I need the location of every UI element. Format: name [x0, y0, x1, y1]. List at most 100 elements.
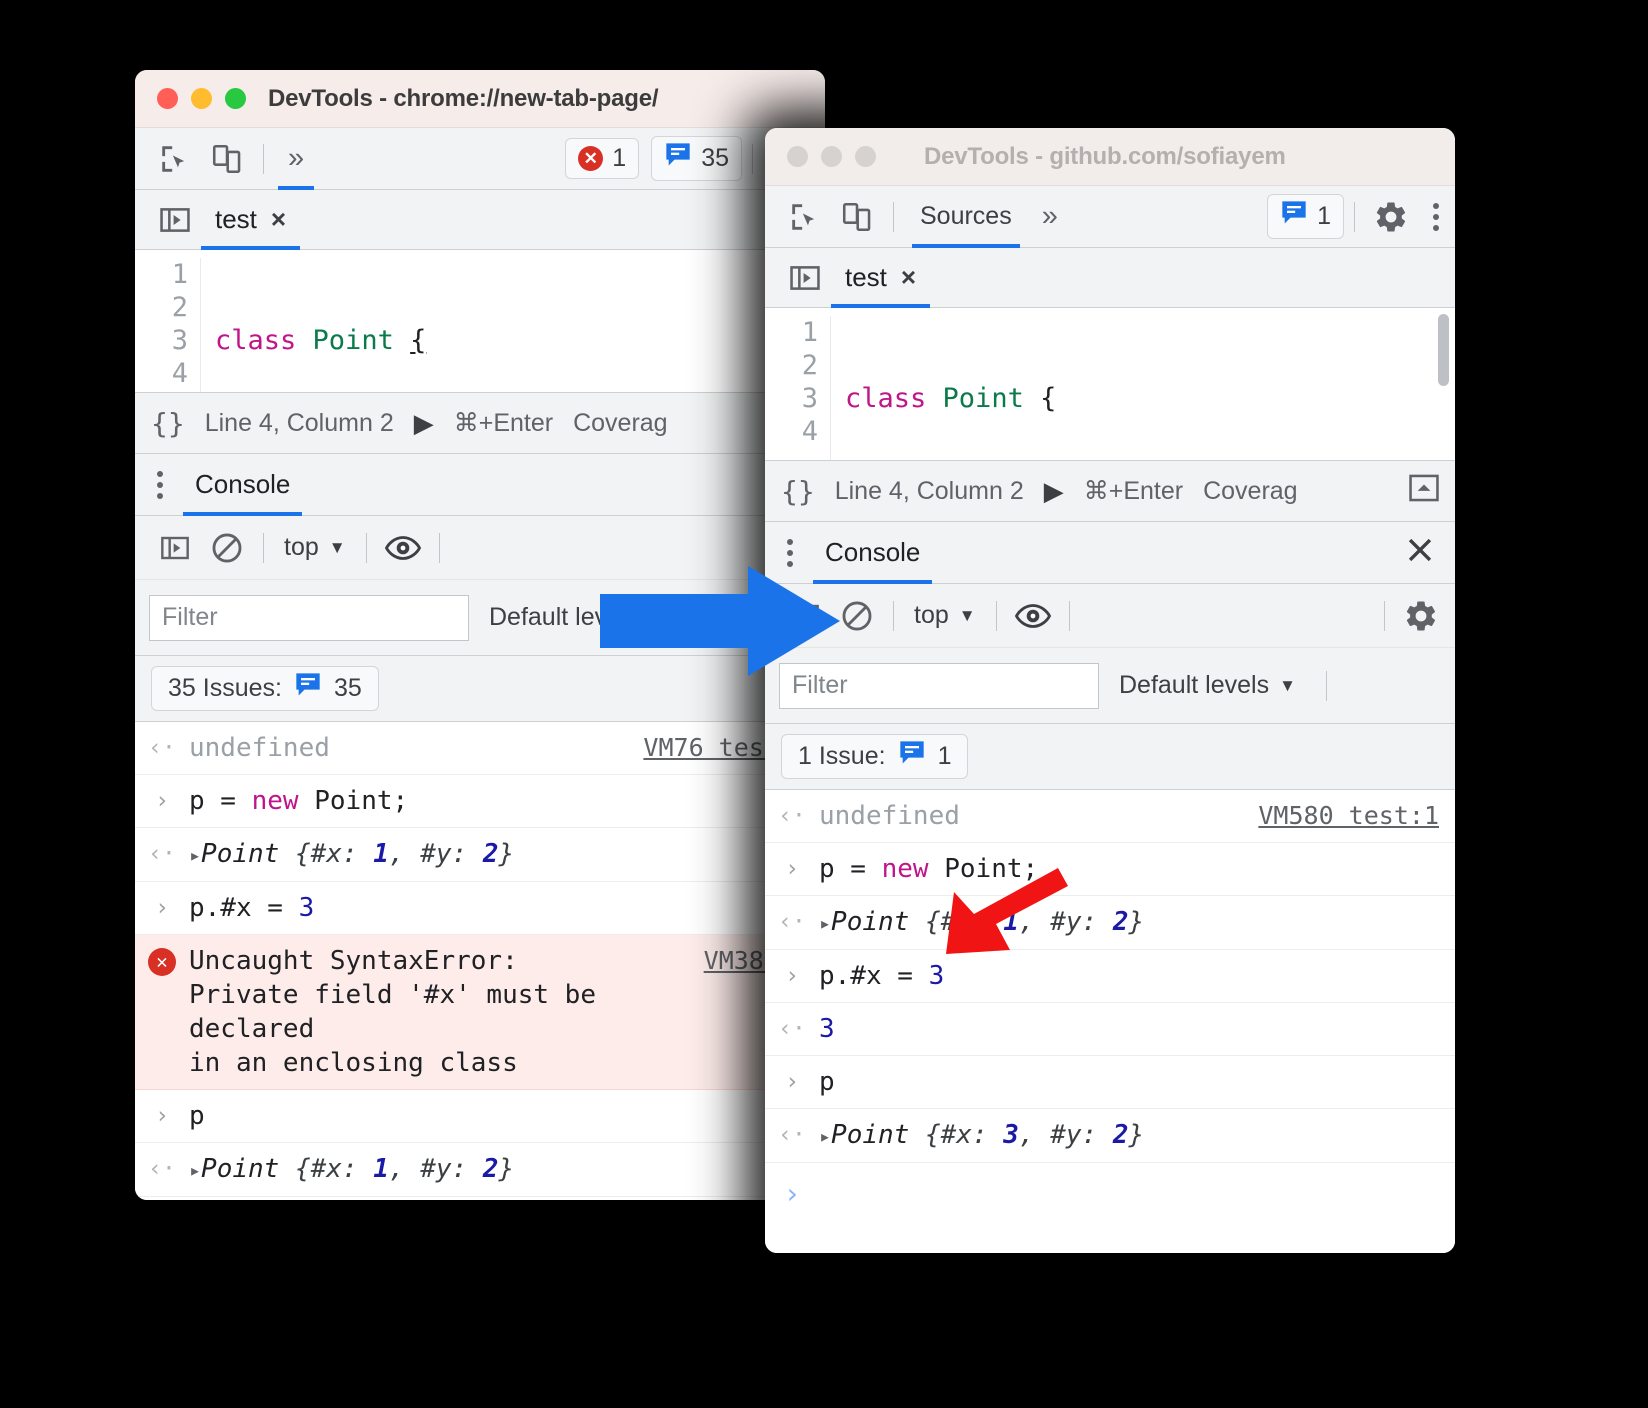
- line-number-gutter: 1 2 3 4: [135, 258, 201, 392]
- more-panels-chevron[interactable]: »: [1028, 186, 1072, 248]
- device-toolbar-icon[interactable]: [201, 133, 253, 185]
- traffic-lights[interactable]: [787, 146, 876, 167]
- minimize-window-button[interactable]: [821, 146, 842, 167]
- run-snippet-icon[interactable]: ▶: [1044, 476, 1064, 507]
- output-marker: ‹·: [778, 803, 806, 829]
- error-marker: ✕: [135, 944, 189, 978]
- file-tab-test[interactable]: test ×: [201, 190, 301, 250]
- expand-arrow-icon[interactable]: ▸: [819, 911, 831, 935]
- code-text-area[interactable]: class Point { #x = 1; #y = 2; }: [201, 258, 825, 392]
- tab-sources[interactable]: Sources: [904, 186, 1028, 248]
- gear-icon[interactable]: [1395, 590, 1447, 642]
- issues-counter[interactable]: 1: [1267, 194, 1344, 239]
- toolbar-divider-2: [752, 143, 753, 174]
- more-options-kebab-icon[interactable]: [1417, 195, 1455, 239]
- expand-arrow-icon[interactable]: ▸: [189, 1158, 201, 1182]
- file-tab-label: test: [845, 262, 887, 292]
- execution-context-selector[interactable]: top ▼: [274, 533, 356, 562]
- maximize-window-button[interactable]: [225, 88, 246, 109]
- object-preview[interactable]: ▸Point {#x: 1, #y: 2}: [189, 1152, 825, 1187]
- clear-console-icon[interactable]: [201, 522, 253, 574]
- log-levels-selector[interactable]: Default levels ▼: [1119, 671, 1296, 700]
- tab-console[interactable]: Console: [179, 454, 306, 516]
- console-prompt-row[interactable]: ›: [765, 1163, 1455, 1225]
- close-window-button[interactable]: [157, 88, 178, 109]
- console-row-value[interactable]: ‹· 3: [765, 1003, 1455, 1056]
- console-row-input[interactable]: › p = new Point;: [135, 775, 825, 828]
- expand-arrow-icon[interactable]: ▸: [819, 1124, 831, 1148]
- console-filter-row-right: Filter Default levels ▼: [765, 648, 1455, 724]
- live-expression-eye-icon[interactable]: [1007, 590, 1059, 642]
- gear-icon[interactable]: [1365, 191, 1417, 243]
- console-row-object[interactable]: ‹· ▸Point {#x: 1, #y: 2}: [135, 828, 825, 882]
- console-row-input[interactable]: › p = new Point;: [765, 843, 1455, 896]
- input-marker: ›: [155, 895, 169, 921]
- issues-chip-label: 35 Issues:: [168, 674, 282, 702]
- close-icon[interactable]: ×: [901, 262, 916, 293]
- inspect-element-icon[interactable]: [149, 133, 201, 185]
- show-navigator-icon[interactable]: [779, 252, 831, 304]
- issues-chip-label: 1 Issue:: [798, 742, 886, 770]
- console-row-input[interactable]: › p: [765, 1056, 1455, 1109]
- console-row-object[interactable]: ‹· ▸Point {#x: 1, #y: 2}: [135, 1143, 825, 1197]
- object-preview[interactable]: ▸Point {#x: 3, #y: 2}: [819, 1118, 1455, 1153]
- console-row-output[interactable]: ‹· undefined VM580 test:1: [765, 790, 1455, 843]
- console-output-right[interactable]: ‹· undefined VM580 test:1 › p = new Poin…: [765, 790, 1455, 1253]
- code-text-area[interactable]: class Point { #x = 1; #y = 2; }: [831, 316, 1455, 460]
- console-divider-2: [995, 600, 997, 631]
- collapse-drawer-icon[interactable]: [1407, 471, 1455, 512]
- code-editor-left[interactable]: 1 2 3 4 class Point { #x = 1; #y = 2; }: [135, 250, 825, 392]
- live-expression-eye-icon[interactable]: [377, 522, 429, 574]
- console-divider-4: [1384, 600, 1385, 631]
- code-editor-right[interactable]: 1 2 3 4 class Point { #x = 1; #y = 2; }: [765, 308, 1455, 460]
- editor-scrollbar[interactable]: [1438, 314, 1449, 386]
- coverage-label[interactable]: Coverag: [573, 409, 668, 438]
- traffic-lights[interactable]: [157, 88, 246, 109]
- console-output-left[interactable]: ‹· undefined VM76 test:1 › p = new Point…: [135, 722, 825, 1200]
- more-options-kebab-icon[interactable]: [151, 463, 179, 507]
- expand-arrow-icon[interactable]: ▸: [189, 843, 201, 867]
- close-drawer-icon[interactable]: [1403, 533, 1455, 572]
- issues-bar-right: 1 Issue: 1: [765, 724, 1455, 790]
- execution-context-selector[interactable]: top ▼: [904, 601, 986, 630]
- console-sidebar-icon[interactable]: [149, 522, 201, 574]
- format-pretty-print-icon[interactable]: {}: [781, 475, 815, 508]
- filter-input[interactable]: Filter: [149, 594, 469, 641]
- error-text: Uncaught SyntaxError: Private field '#x'…: [189, 946, 596, 1078]
- more-panels-chevron[interactable]: »: [274, 128, 318, 190]
- maximize-window-button[interactable]: [855, 146, 876, 167]
- issues-counter[interactable]: 35: [651, 136, 742, 181]
- issues-chip[interactable]: 1 Issue: 1: [781, 734, 969, 779]
- run-snippet-icon[interactable]: ▶: [414, 408, 434, 439]
- console-row-input[interactable]: › p.#x = 3: [135, 882, 825, 935]
- console-row-input[interactable]: › p.#x = 3: [765, 950, 1455, 1003]
- show-navigator-icon[interactable]: [149, 194, 201, 246]
- toolbar-divider-2: [1354, 201, 1355, 232]
- device-toolbar-icon[interactable]: [831, 191, 883, 243]
- file-tab-test[interactable]: test ×: [831, 248, 931, 308]
- input-text: p.#x = 3: [819, 961, 945, 991]
- console-prompt-row[interactable]: ›: [135, 1197, 825, 1200]
- source-link[interactable]: VM580 test:1: [1258, 799, 1455, 833]
- object-preview[interactable]: ▸Point {#x: 1, #y: 2}: [819, 905, 1455, 940]
- format-pretty-print-icon[interactable]: {}: [151, 407, 185, 440]
- close-icon[interactable]: ×: [271, 204, 286, 235]
- console-row-error[interactable]: ✕ Uncaught SyntaxError: Private field '#…: [135, 935, 825, 1090]
- log-levels-label: Default levels: [1119, 671, 1270, 699]
- console-row-object[interactable]: ‹· ▸Point {#x: 3, #y: 2}: [765, 1109, 1455, 1163]
- close-window-button[interactable]: [787, 146, 808, 167]
- console-row-object[interactable]: ‹· ▸Point {#x: 1, #y: 2}: [765, 896, 1455, 950]
- screenshot-stage: DevTools - chrome://new-tab-page/ » ✕ 1: [0, 0, 1648, 1408]
- drawer-tabstrip-right: Console: [765, 522, 1455, 584]
- console-row-output[interactable]: ‹· undefined VM76 test:1: [135, 722, 825, 775]
- object-preview[interactable]: ▸Point {#x: 1, #y: 2}: [189, 837, 825, 872]
- error-counter[interactable]: ✕ 1: [565, 138, 640, 179]
- coverage-label[interactable]: Coverag: [1203, 477, 1298, 506]
- minimize-window-button[interactable]: [191, 88, 212, 109]
- red-callout-arrow: [946, 868, 1068, 954]
- issues-chip[interactable]: 35 Issues: 35: [151, 666, 379, 711]
- inspect-element-icon[interactable]: [779, 191, 831, 243]
- devtools-main-toolbar: » ✕ 1 35: [135, 128, 825, 190]
- console-row-input[interactable]: › p: [135, 1090, 825, 1143]
- devtools-window-right[interactable]: DevTools - github.com/sofiayem Sources »…: [765, 128, 1455, 1253]
